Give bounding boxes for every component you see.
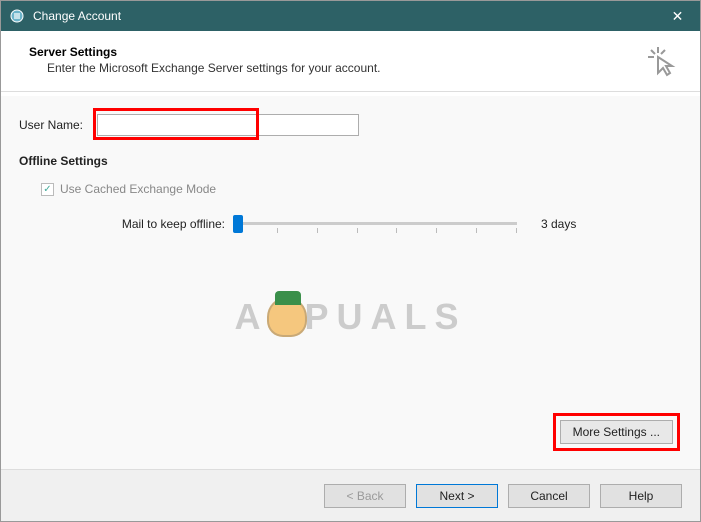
header-title: Server Settings (29, 45, 680, 59)
username-row: User Name: (19, 114, 682, 136)
cached-mode-checkbox[interactable]: ✓ (41, 183, 54, 196)
titlebar: Change Account ✕ (1, 1, 700, 31)
header-panel: Server Settings Enter the Microsoft Exch… (1, 31, 700, 92)
header-subtitle: Enter the Microsoft Exchange Server sett… (47, 61, 680, 75)
username-input[interactable] (97, 114, 359, 136)
more-settings-button[interactable]: More Settings ... (560, 420, 673, 444)
username-label: User Name: (19, 118, 97, 132)
content-area: User Name: Offline Settings ✓ Use Cached… (1, 96, 700, 469)
cursor-decorative-icon (646, 45, 678, 80)
cached-mode-label: Use Cached Exchange Mode (60, 182, 216, 196)
mail-offline-row: Mail to keep offline: 3 days (89, 212, 682, 236)
app-icon (9, 8, 25, 24)
mail-offline-slider[interactable] (237, 212, 517, 236)
watermark: A PUALS (234, 296, 466, 338)
help-button[interactable]: Help (600, 484, 682, 508)
close-button[interactable]: ✕ (655, 1, 700, 31)
next-button[interactable]: Next > (416, 484, 498, 508)
cancel-button[interactable]: Cancel (508, 484, 590, 508)
mail-offline-value: 3 days (541, 217, 576, 231)
offline-section-title: Offline Settings (19, 154, 682, 168)
more-settings-area: More Settings ... (553, 413, 680, 451)
footer-buttons: < Back Next > Cancel Help (1, 469, 700, 521)
cached-mode-row: ✓ Use Cached Exchange Mode (41, 182, 682, 196)
mail-offline-label: Mail to keep offline: (89, 217, 237, 231)
close-icon: ✕ (672, 8, 684, 25)
highlight-box-more-settings: More Settings ... (553, 413, 680, 451)
back-button: < Back (324, 484, 406, 508)
window-title: Change Account (33, 9, 121, 23)
watermark-icon (266, 297, 306, 337)
slider-thumb[interactable] (233, 215, 243, 233)
